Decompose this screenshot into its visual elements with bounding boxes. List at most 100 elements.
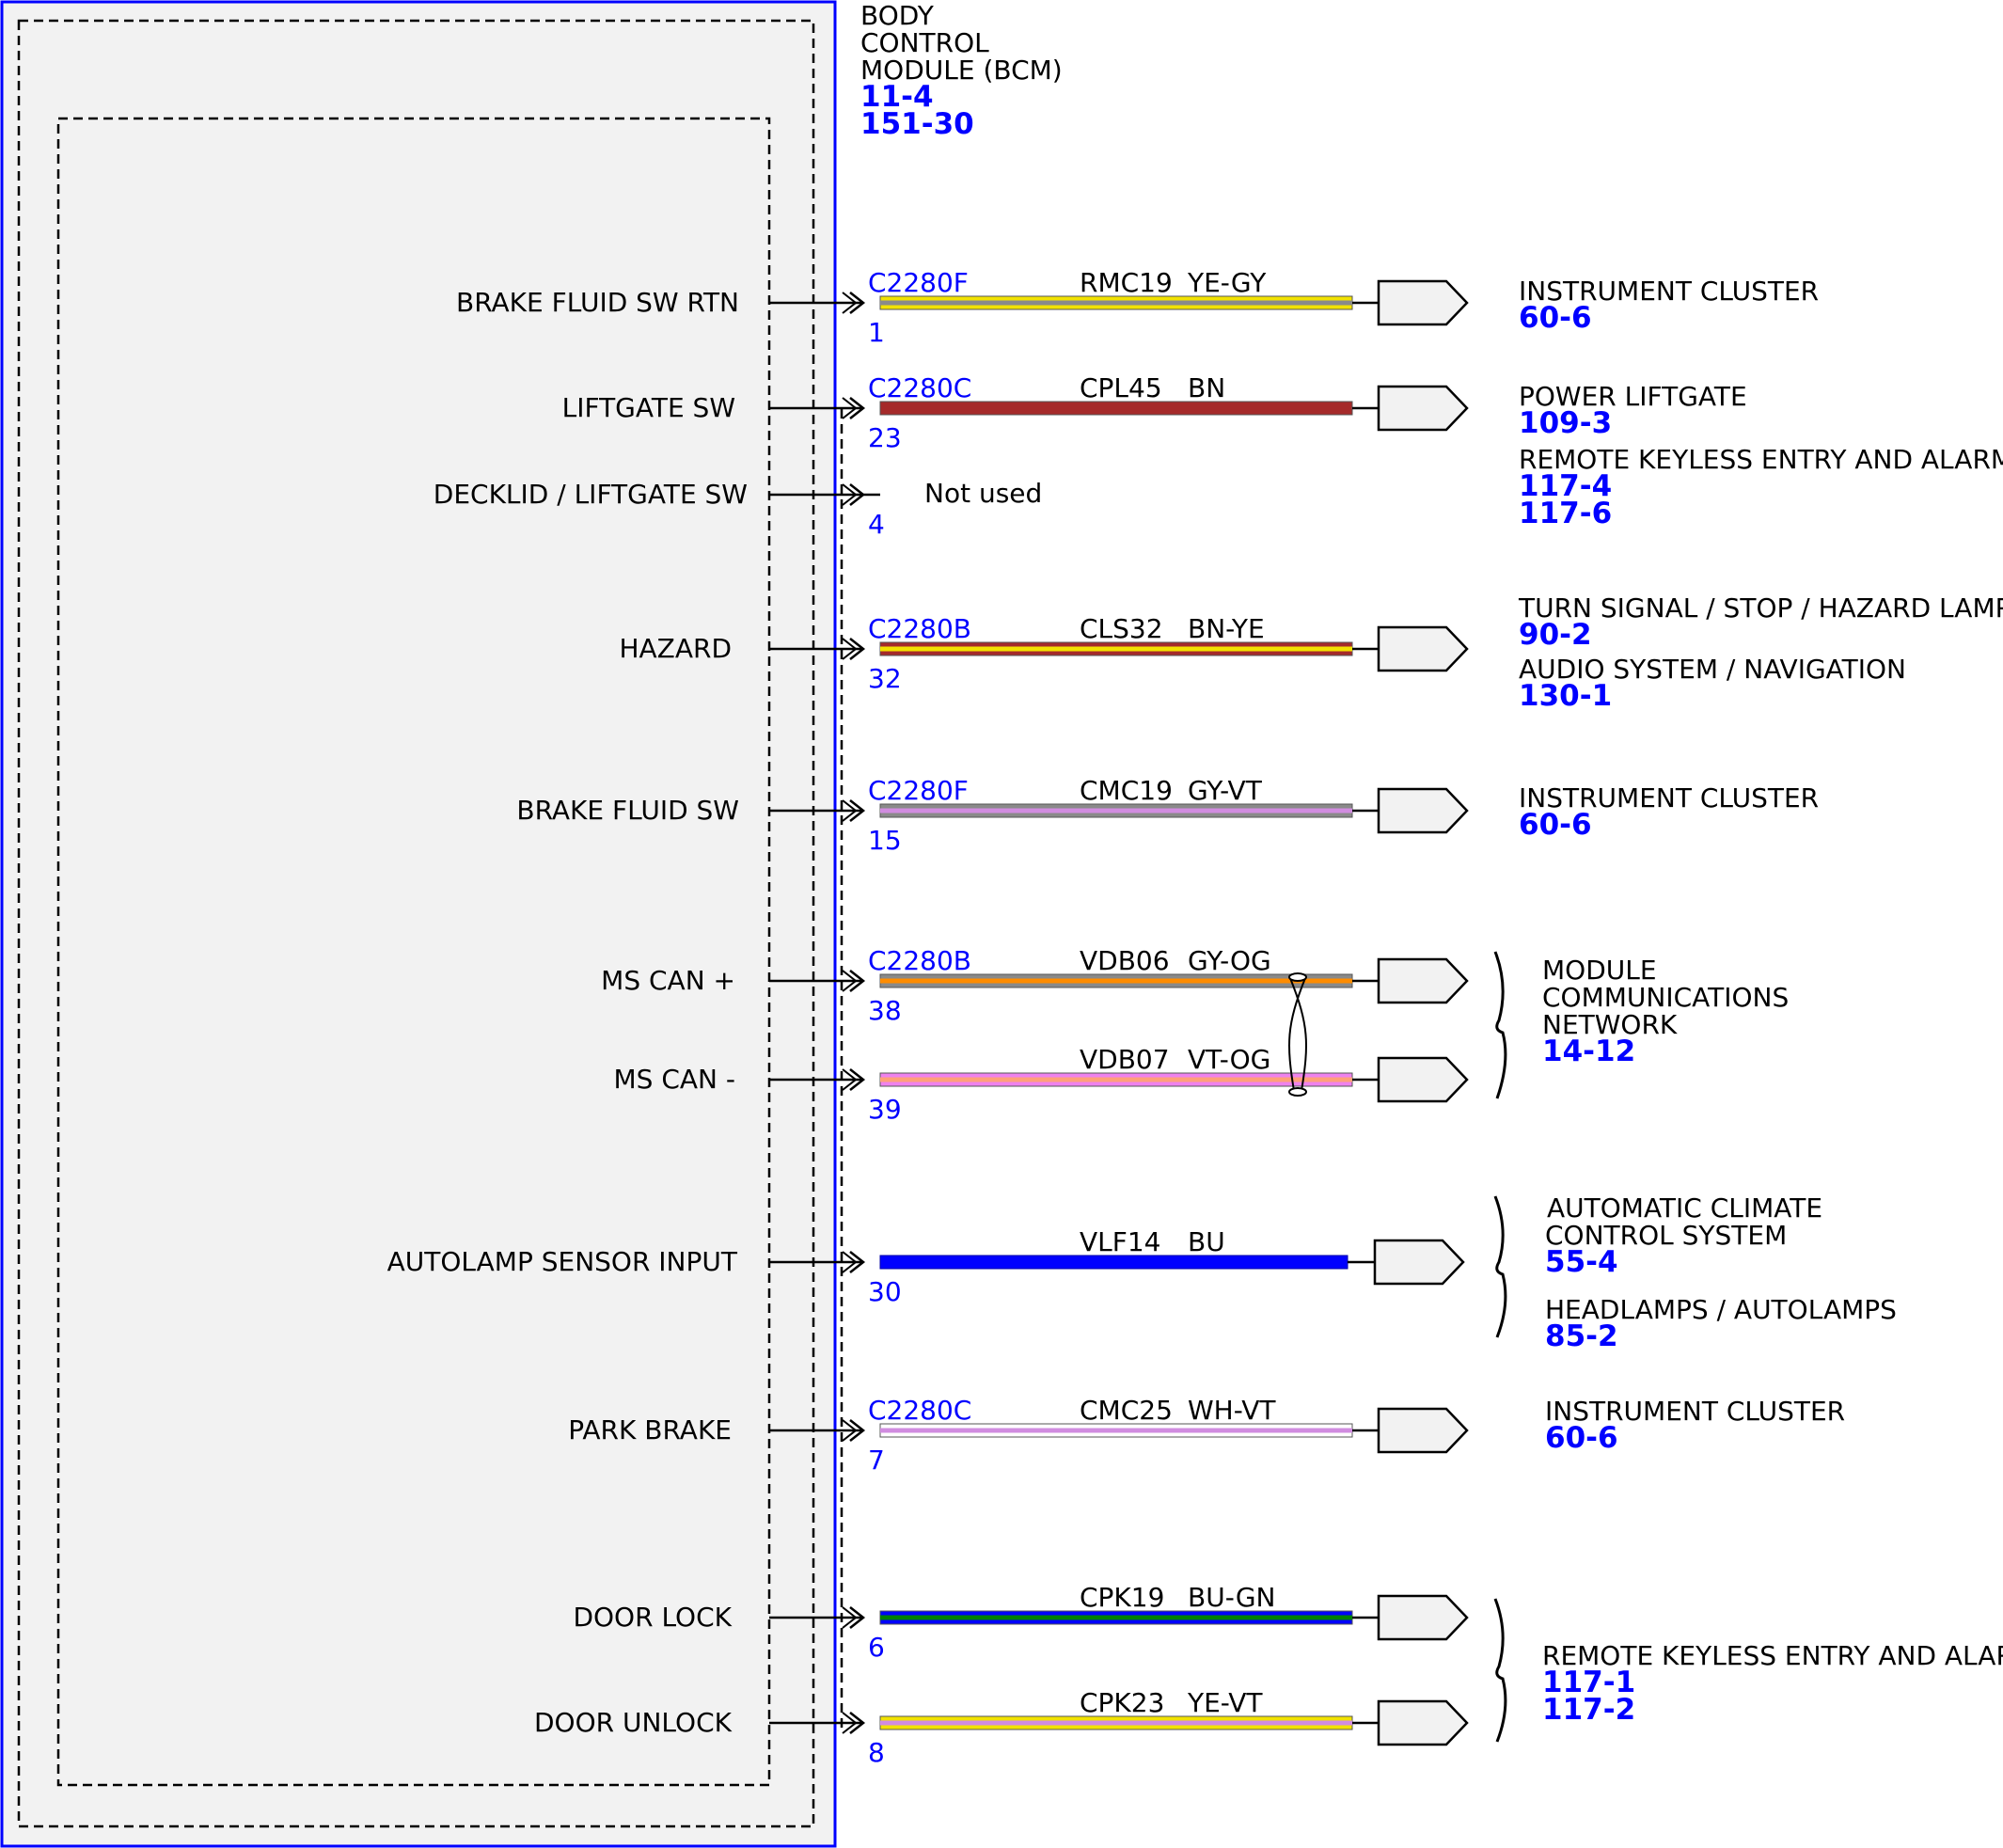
module-ref-2[interactable]: 151-30	[860, 107, 974, 141]
dest-ref[interactable]: 60-6	[1519, 808, 1592, 842]
pin-number: 32	[868, 663, 902, 694]
circuit-function-label: DECKLID / LIFTGATE SW	[434, 479, 748, 510]
wire-stripe	[880, 1428, 1352, 1433]
connector-arrow-icon[interactable]	[1377, 1699, 1469, 1746]
dest-ref[interactable]: 60-6	[1519, 301, 1592, 335]
connector-arrow-icon[interactable]	[1377, 1594, 1469, 1641]
wiring-diagram: BODY CONTROL MODULE (BCM) 11-4 151-30 BR…	[0, 0, 2003, 1848]
wire-stripe	[880, 978, 1352, 984]
circuit-function-label: MS CAN -	[614, 1064, 736, 1095]
connector-label: C2280F	[868, 267, 969, 298]
wire-body	[879, 1255, 1348, 1270]
module-title: BODY CONTROL MODULE (BCM) 11-4 151-30	[860, 0, 1063, 141]
pin-number: 39	[868, 1094, 902, 1125]
connector-label: C2280B	[868, 613, 971, 644]
wire-color-code: WH-VT	[1188, 1395, 1276, 1426]
dest-ref[interactable]: 14-12	[1542, 1035, 1635, 1068]
wire	[879, 295, 1353, 310]
connector-arrow-icon[interactable]	[1377, 385, 1469, 432]
circuit-function-label: DOOR LOCK	[573, 1602, 732, 1633]
wire-body	[879, 401, 1353, 416]
wire-color-code: BU	[1188, 1226, 1225, 1257]
circuit-function-label: MS CAN +	[601, 965, 735, 996]
wire	[879, 1715, 1353, 1730]
circuit-id: CPK23	[1080, 1687, 1164, 1718]
circuit-id: CMC25	[1080, 1395, 1173, 1426]
circuit-function-label: AUTOLAMP SENSOR INPUT	[387, 1246, 738, 1277]
dest-ref[interactable]: 85-2	[1545, 1319, 1618, 1353]
wire-stripe	[880, 1615, 1352, 1620]
circuit-function-label: PARK BRAKE	[568, 1414, 732, 1445]
wire-stripe	[880, 808, 1352, 813]
wire	[879, 1072, 1353, 1087]
wire-stripe	[880, 1077, 1352, 1082]
destinations: INSTRUMENT CLUSTER 60-6 POWER LIFTGATE 1…	[1518, 276, 2003, 1727]
circuit-function-label: BRAKE FLUID SW RTN	[456, 287, 739, 318]
connector-label: C2280F	[868, 775, 969, 806]
wire-color-code: YE-VT	[1187, 1687, 1263, 1718]
wire-color-code: GY-OG	[1188, 945, 1271, 976]
circuit-id: CLS32	[1080, 613, 1163, 644]
pin-number: 4	[868, 509, 885, 540]
circuit-function-label: HAZARD	[619, 633, 732, 664]
wire-color-code: BN	[1188, 372, 1225, 403]
wire	[879, 1423, 1353, 1438]
twisted-pair-end-top	[1288, 972, 1307, 982]
pin-number: 6	[868, 1632, 885, 1663]
dest-ref[interactable]: 60-6	[1545, 1421, 1618, 1455]
pin-number: 7	[868, 1445, 885, 1476]
pin-number: 15	[868, 825, 902, 856]
connector-arrow-icon[interactable]	[1377, 279, 1469, 326]
circuit-id: RMC19	[1080, 267, 1173, 298]
wire-color-code: BU-GN	[1188, 1582, 1275, 1613]
dest-ref[interactable]: 90-2	[1519, 618, 1592, 652]
wire	[879, 641, 1353, 656]
pin-number: 30	[868, 1276, 902, 1307]
brace-network	[1493, 951, 1507, 1099]
wire-stripe	[880, 646, 1352, 652]
wire-stripe	[880, 300, 1352, 306]
dest-ref[interactable]: 117-2	[1542, 1693, 1635, 1727]
dest-ref[interactable]: 130-1	[1519, 679, 1612, 713]
connector-arrow-icon[interactable]	[1377, 787, 1469, 834]
circuit-id: CPL45	[1080, 372, 1162, 403]
wire	[879, 1610, 1353, 1625]
dest-ref[interactable]: 55-4	[1545, 1245, 1618, 1279]
connector-arrow-icon[interactable]	[1377, 957, 1469, 1004]
connector-label: C2280B	[868, 945, 971, 976]
dest-ref[interactable]: 109-3	[1519, 406, 1612, 440]
pin-number: 23	[868, 422, 902, 453]
bcm-module-box	[0, 0, 837, 1848]
wire	[879, 803, 1353, 818]
connector-arrow-icon[interactable]	[1377, 1407, 1469, 1454]
connector-label: C2280C	[868, 1395, 971, 1426]
brace-keyless	[1493, 1598, 1507, 1743]
wire-color-code: BN-YE	[1188, 613, 1265, 644]
circuit-id: VDB06	[1080, 945, 1170, 976]
circuit-id: CPK19	[1080, 1582, 1164, 1613]
circuit-function-label: LIFTGATE SW	[562, 392, 735, 423]
wire	[879, 401, 1353, 416]
connector-label: C2280C	[868, 372, 971, 403]
dest-ref[interactable]: 117-6	[1519, 497, 1612, 530]
circuit-id: VLF14	[1080, 1226, 1161, 1257]
wire-color-code: GY-VT	[1188, 775, 1263, 806]
brace-climate-headlamps	[1493, 1195, 1507, 1338]
circuit-id: VDB07	[1080, 1044, 1170, 1075]
circuit-id: CMC19	[1080, 775, 1173, 806]
not-used-label: Not used	[924, 478, 1042, 509]
pin-number: 1	[868, 317, 885, 348]
pin-number: 38	[868, 995, 902, 1026]
wire-color-code: VT-OG	[1188, 1044, 1270, 1075]
circuit-function-label: DOOR UNLOCK	[534, 1707, 733, 1738]
pin-number: 8	[868, 1737, 885, 1768]
wire	[879, 973, 1353, 988]
twisted-pair-end-bottom	[1288, 1087, 1307, 1097]
connector-arrow-icon[interactable]	[1377, 625, 1469, 672]
wire-color-code: YE-GY	[1187, 267, 1267, 298]
wire	[879, 1255, 1348, 1270]
connector-arrow-icon[interactable]	[1377, 1056, 1469, 1103]
connector-arrow-icon[interactable]	[1373, 1239, 1465, 1286]
circuit-function-label: BRAKE FLUID SW	[516, 795, 739, 826]
wire-stripe	[880, 1720, 1352, 1726]
